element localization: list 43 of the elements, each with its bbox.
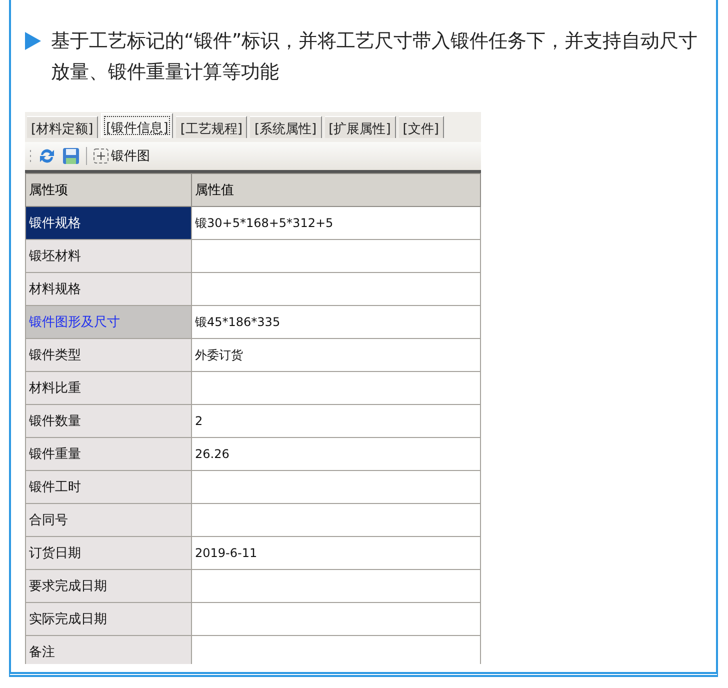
intro-text: 基于工艺标记的“锻件”标识，并将工艺尺寸带入锻件任务下，并支持自动尺寸放量、锻件重量计算等功能 xyxy=(51,29,699,85)
property-value[interactable]: 外委订货 xyxy=(192,338,480,372)
property-name[interactable]: 锻坯材料 xyxy=(26,240,192,272)
property-name[interactable]: 要求完成日期 xyxy=(26,570,192,602)
property-value[interactable] xyxy=(192,470,480,504)
column-header[interactable]: 属性值 xyxy=(192,174,480,206)
tab[interactable]: [材料定额] xyxy=(27,116,98,138)
property-value[interactable] xyxy=(192,372,480,404)
property-name[interactable]: 材料比重 xyxy=(26,372,192,404)
property-name[interactable]: 合同号 xyxy=(26,504,192,536)
property-name[interactable]: 订货日期 xyxy=(26,536,192,570)
property-name[interactable]: 锻件数量 xyxy=(26,404,192,438)
tab[interactable]: [系统属性] xyxy=(250,116,322,138)
property-name[interactable]: 锻件规格 xyxy=(26,206,192,240)
tab[interactable]: [文件] xyxy=(398,116,444,138)
property-value[interactable]: 26.26 xyxy=(192,438,480,470)
column-header[interactable]: 属性项 xyxy=(26,174,192,206)
property-value[interactable] xyxy=(192,272,480,306)
drawing-button[interactable]: 锻件图 xyxy=(93,147,150,165)
property-value[interactable] xyxy=(192,504,480,536)
property-value[interactable] xyxy=(192,240,480,272)
property-name[interactable]: 实际完成日期 xyxy=(26,602,192,636)
property-value[interactable]: 锻45*186*335 xyxy=(192,306,480,338)
add-icon xyxy=(93,148,109,164)
property-value[interactable]: 锻30+5*168+5*312+5 xyxy=(192,206,480,240)
property-value[interactable] xyxy=(192,602,480,636)
tab[interactable]: [锻件信息] xyxy=(101,113,174,138)
property-name[interactable]: 备注 xyxy=(26,636,192,664)
property-name[interactable]: 锻件工时 xyxy=(26,470,192,504)
triangle-icon xyxy=(25,32,41,50)
property-value[interactable] xyxy=(192,636,480,664)
property-name[interactable]: 锻件图形及尺寸 xyxy=(26,306,192,338)
refresh-icon[interactable] xyxy=(38,147,56,165)
property-value[interactable]: 2019-6-11 xyxy=(192,536,480,570)
property-name[interactable]: 材料规格 xyxy=(26,272,192,306)
save-icon[interactable] xyxy=(62,147,80,165)
tab[interactable]: [扩展属性] xyxy=(324,116,396,138)
property-name[interactable]: 锻件类型 xyxy=(26,338,192,372)
property-name[interactable]: 锻件重量 xyxy=(26,438,192,470)
property-value[interactable] xyxy=(192,570,480,602)
property-value[interactable]: 2 xyxy=(192,404,480,438)
grip-icon xyxy=(29,148,32,164)
tab[interactable]: [工艺规程] xyxy=(176,116,248,138)
